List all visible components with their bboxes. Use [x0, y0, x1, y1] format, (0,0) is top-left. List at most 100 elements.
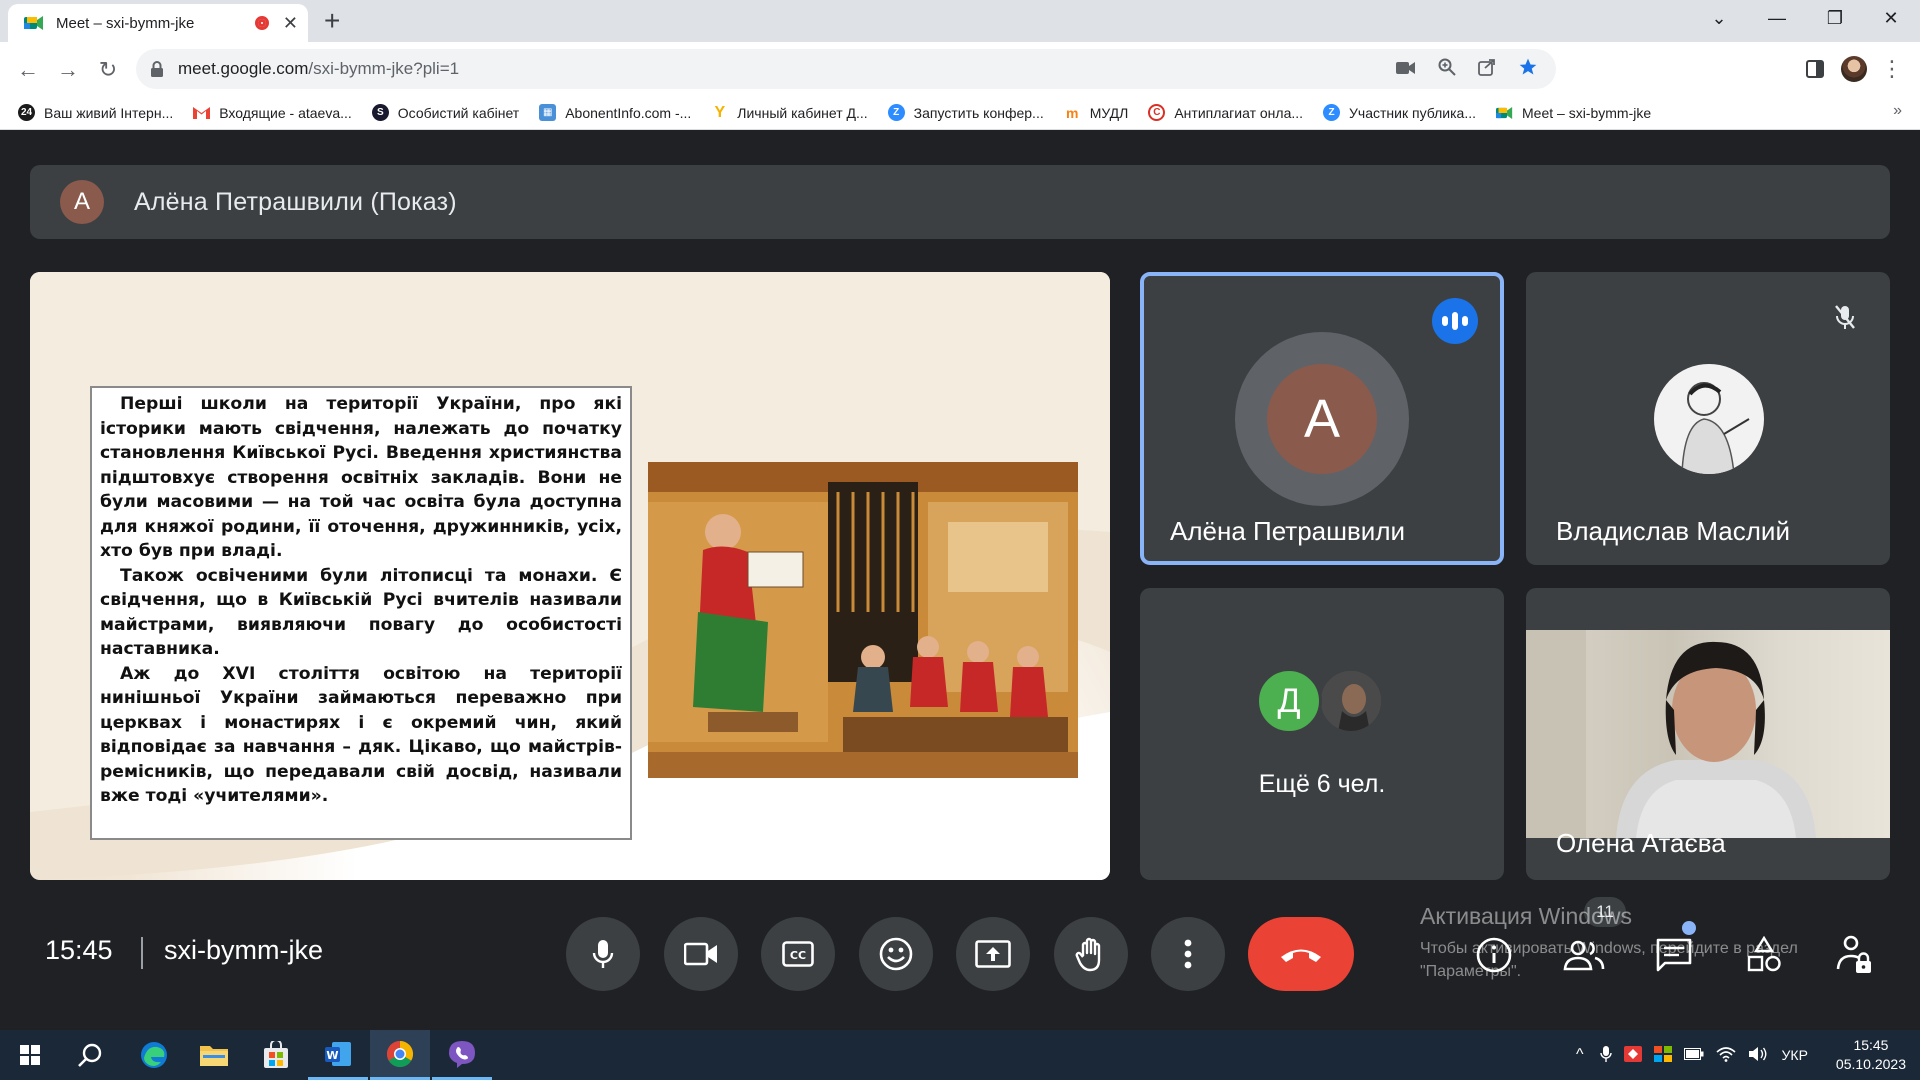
- slide-text: Перші школи на території України, про як…: [90, 386, 632, 840]
- url-host: meet.google.com: [178, 59, 309, 78]
- shared-screen[interactable]: Перші школи на території України, про як…: [30, 272, 1110, 880]
- reactions-button[interactable]: [859, 917, 933, 991]
- wifi-icon[interactable]: [1715, 1046, 1736, 1065]
- viber-icon[interactable]: [432, 1030, 492, 1080]
- profile-avatar[interactable]: [1838, 52, 1870, 86]
- slide-paragraph: Аж до XVI століття освітою на території …: [100, 663, 622, 807]
- moodle-icon: m: [1066, 104, 1079, 121]
- bookmark-star-icon[interactable]: [1518, 57, 1538, 82]
- windows-logo-icon: [20, 1045, 40, 1065]
- participant-avatar: [1654, 364, 1764, 474]
- clock-date: 05.10.2023: [1835, 1056, 1906, 1072]
- camera-icon: [684, 942, 717, 966]
- side-panel-icon[interactable]: [1800, 52, 1830, 86]
- forward-button[interactable]: →: [52, 54, 84, 86]
- participant-tile-vladyslav[interactable]: Владислав Маслий: [1526, 272, 1890, 565]
- captions-icon: CC: [782, 941, 814, 967]
- participant-avatar: Д: [1256, 668, 1322, 734]
- tab-search-chevron-icon[interactable]: ⌄: [1690, 0, 1748, 36]
- battery-icon[interactable]: [1683, 1047, 1704, 1063]
- mic-off-icon: [1822, 294, 1868, 340]
- mic-button[interactable]: [566, 917, 640, 991]
- reload-button[interactable]: ↻: [92, 54, 124, 86]
- y-icon: Y: [714, 103, 726, 121]
- app-tray-icon[interactable]: [1653, 1045, 1672, 1065]
- present-button[interactable]: [956, 917, 1030, 991]
- bookmarks-overflow-icon[interactable]: »: [1893, 102, 1902, 120]
- bookmark-item[interactable]: Z Запустить конфер...: [887, 104, 1044, 121]
- bookmark-item[interactable]: Входящие - ataeva...: [193, 104, 352, 121]
- participant-name: Владислав Маслий: [1556, 516, 1790, 546]
- microphone-tray-icon[interactable]: [1599, 1045, 1612, 1066]
- participant-tile-alena[interactable]: А Алёна Петрашвили: [1140, 272, 1504, 565]
- system-tray: ^ УКР: [1576, 1030, 1808, 1080]
- emoji-icon: [879, 937, 913, 971]
- url-path: /sxi-bymm-jke?pli=1: [308, 59, 460, 78]
- participant-video: [1526, 630, 1890, 838]
- presenter-avatar: А: [60, 180, 104, 224]
- menu-kebab-icon[interactable]: ⋮: [1880, 52, 1904, 86]
- svg-text:W: W: [326, 1049, 338, 1062]
- address-bar[interactable]: meet.google.com/sxi-bymm-jke?pli=1: [136, 49, 1556, 89]
- omnibox-actions: [1396, 49, 1538, 89]
- taskbar-clock[interactable]: 15:45 05.10.2023: [1836, 1036, 1906, 1074]
- camera-in-use-icon[interactable]: [1396, 59, 1416, 80]
- recording-icon: [254, 16, 269, 30]
- slide-paragraph: Перші школи на території України, про як…: [100, 394, 622, 561]
- chrome-taskbar-icon[interactable]: [370, 1030, 430, 1080]
- bookmark-item[interactable]: C Антиплагиат онла...: [1148, 104, 1303, 121]
- svg-text:CC: CC: [790, 949, 806, 962]
- meeting-time: 15:45: [45, 935, 113, 965]
- participant-tile-olena[interactable]: Олена Атаєва: [1526, 588, 1890, 880]
- share-icon[interactable]: [1478, 58, 1496, 81]
- bookmark-item[interactable]: Meet – sxi-bymm-jke: [1496, 104, 1651, 121]
- camera-button[interactable]: [664, 917, 738, 991]
- file-explorer-icon[interactable]: [184, 1030, 244, 1080]
- store-icon[interactable]: [246, 1030, 306, 1080]
- bookmark-item[interactable]: m МУДЛ: [1064, 104, 1128, 121]
- anydesk-tray-icon[interactable]: [1623, 1045, 1642, 1065]
- meeting-code: sxi-bymm-jke: [164, 935, 323, 965]
- participant-name: Алёна Петрашвили: [1170, 516, 1406, 546]
- windows-taskbar: W ^ УКР 15:45 05.10.2023: [0, 1030, 1920, 1080]
- bookmark-item[interactable]: ▦ AbonentInfo.com -...: [539, 104, 691, 121]
- raise-hand-button[interactable]: [1054, 917, 1128, 991]
- toolbar: ← → ↻ meet.google.com/sxi-bymm-jke?pli=1…: [0, 42, 1920, 96]
- restore-button[interactable]: ❐: [1806, 0, 1864, 36]
- meet-icon: [1496, 104, 1513, 121]
- 24-icon: 24: [18, 104, 35, 121]
- browser-tab-meet[interactable]: Meet – sxi-bymm-jke ✕: [8, 4, 308, 42]
- browser-tab-strip: Meet – sxi-bymm-jke ✕ + ⌄ — ❐ ✕: [0, 0, 1920, 42]
- more-vert-icon: [1184, 939, 1192, 969]
- back-button[interactable]: ←: [12, 54, 44, 86]
- search-button[interactable]: [60, 1030, 120, 1080]
- more-options-button[interactable]: [1151, 917, 1225, 991]
- minimize-button[interactable]: —: [1748, 0, 1806, 36]
- windows-activation-text: Чтобы активировать Windows, перейдите в …: [1420, 940, 1798, 980]
- edge-taskbar-icon[interactable]: [124, 1030, 184, 1080]
- leave-call-button[interactable]: [1248, 917, 1354, 991]
- grid-icon: ▦: [539, 104, 557, 121]
- captions-button[interactable]: CC: [761, 917, 835, 991]
- swirl-icon: S: [371, 104, 389, 121]
- participant-tile-others[interactable]: Д Ещё 6 чел.: [1140, 588, 1504, 880]
- bookmark-item[interactable]: 24 Ваш живий Інтерн...: [18, 104, 173, 121]
- clock-time: 15:45: [1853, 1037, 1889, 1053]
- close-window-button[interactable]: ✕: [1862, 0, 1920, 36]
- new-tab-button[interactable]: +: [324, 7, 340, 35]
- volume-icon[interactable]: [1748, 1046, 1768, 1065]
- input-language[interactable]: УКР: [1782, 1047, 1808, 1063]
- show-hidden-icons-chevron-icon[interactable]: ^: [1576, 1046, 1584, 1064]
- others-count-label: Ещё 6 чел.: [1258, 770, 1386, 798]
- start-button[interactable]: [0, 1030, 60, 1080]
- mic-icon: [592, 940, 614, 968]
- zoom-icon[interactable]: [1438, 58, 1456, 81]
- bookmark-item[interactable]: Y Личный кабинет Д...: [711, 104, 867, 121]
- bookmark-item[interactable]: Z Участник публика...: [1323, 104, 1476, 121]
- gmail-icon: [193, 104, 211, 121]
- word-icon[interactable]: W: [308, 1030, 368, 1080]
- lock-person-icon: [1836, 935, 1871, 973]
- meet-stage: А Алёна Петрашвили (Показ) Перші школи н…: [0, 131, 1920, 1030]
- bookmark-item[interactable]: S Особистий кабінет: [371, 104, 519, 121]
- close-tab-icon[interactable]: ✕: [283, 13, 298, 34]
